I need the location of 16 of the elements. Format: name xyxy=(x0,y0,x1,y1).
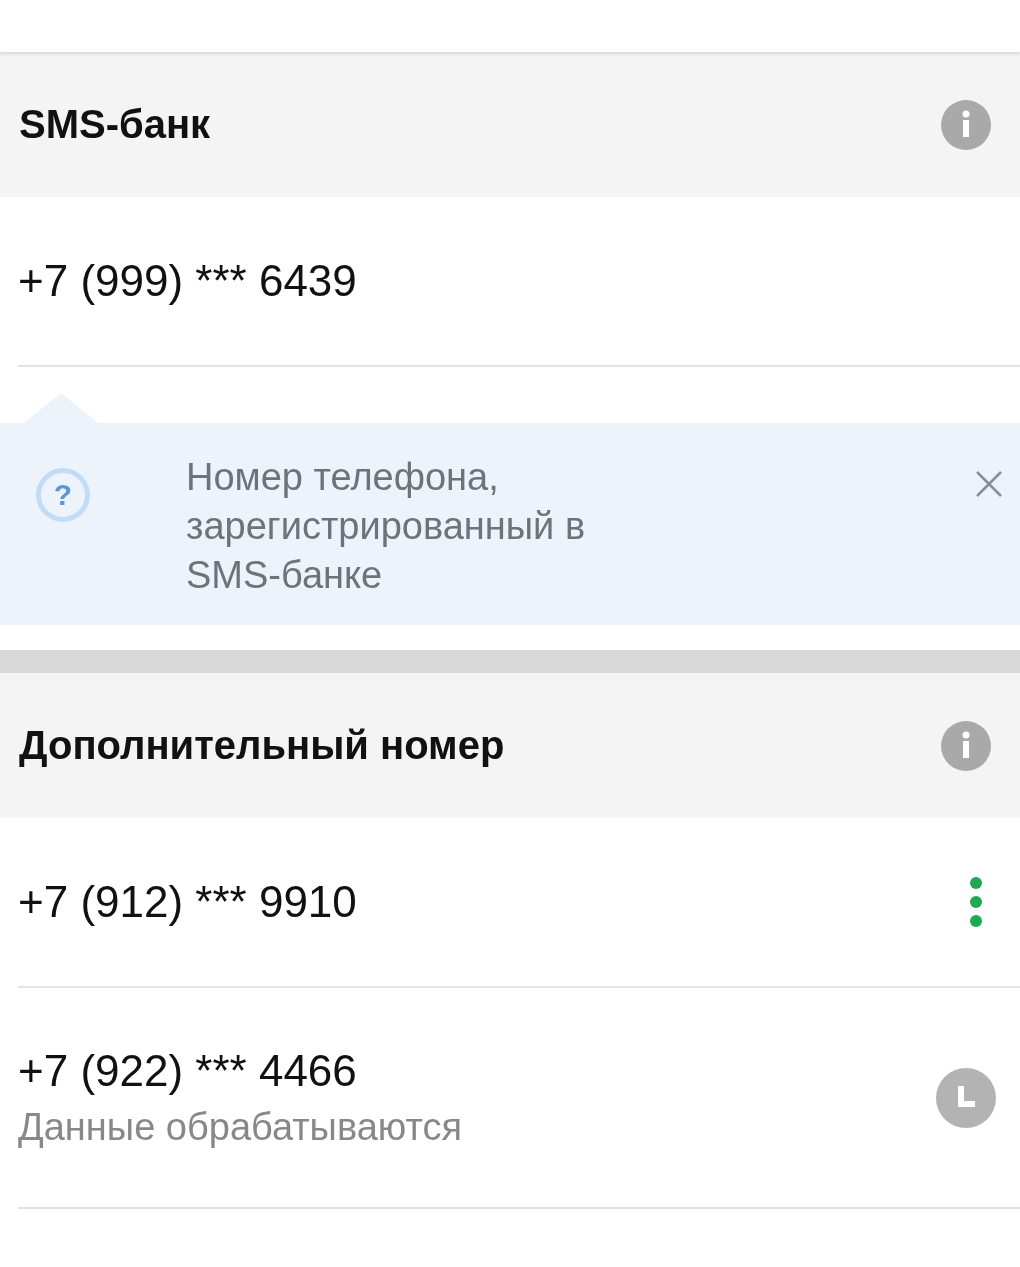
clock-icon xyxy=(936,1067,996,1128)
help-icon: ? xyxy=(36,468,90,522)
hint-text: Номер телефона, зарегистрированный в SMS-банке xyxy=(186,455,587,598)
info-icon[interactable] xyxy=(941,720,991,771)
phone-number: +7 (999) *** 6439 xyxy=(18,256,357,306)
close-icon[interactable] xyxy=(974,469,1004,499)
phone-row[interactable]: +7 (922) *** 4466 Данные обрабатываются xyxy=(18,988,1020,1209)
phone-number: +7 (922) *** 4466 xyxy=(18,1046,358,1096)
status-text: Данные обрабатываются xyxy=(18,1106,463,1149)
phone-row[interactable]: +7 (912) *** 9910 xyxy=(18,818,1020,988)
section-title: Дополнительный номер xyxy=(19,723,505,768)
info-icon[interactable] xyxy=(941,99,991,150)
more-icon[interactable] xyxy=(968,876,984,928)
phone-row[interactable]: +7 (999) *** 6439 xyxy=(18,197,1020,367)
section-title: SMS-банк xyxy=(19,102,211,147)
phone-number: +7 (912) *** 9910 xyxy=(18,877,357,927)
